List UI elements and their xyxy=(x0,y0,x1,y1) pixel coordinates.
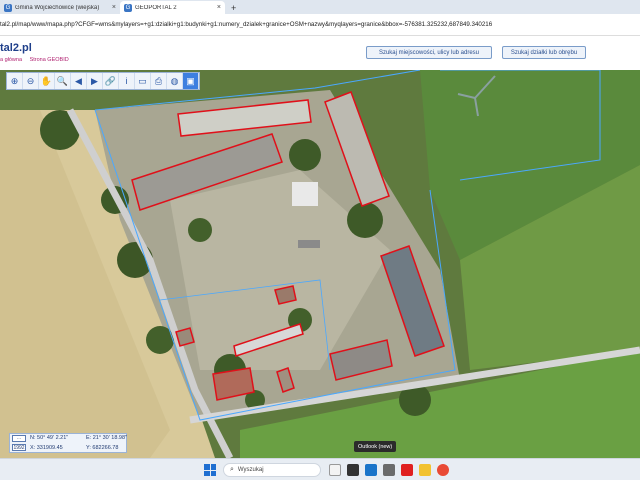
building xyxy=(175,327,195,347)
geobid-link[interactable]: Strona GEOBID xyxy=(30,57,69,63)
pan-hand-icon[interactable]: ✋ xyxy=(39,73,55,89)
coord-system-toggle[interactable]: ⋯ xyxy=(12,435,26,442)
zoom-region-icon[interactable]: 🔍 xyxy=(55,73,71,89)
trailer xyxy=(298,240,320,248)
new-tab-button[interactable]: + xyxy=(225,1,242,14)
tab-gmina[interactable]: G Gmina Wojciechowice (wiejska) × xyxy=(0,1,120,14)
windows-start-icon[interactable] xyxy=(204,464,216,476)
arrow-left-icon[interactable]: ◀ xyxy=(71,73,87,89)
close-tab-icon[interactable]: × xyxy=(217,4,221,11)
acrobat-icon[interactable] xyxy=(401,464,413,476)
coordinates-panel: ⋯ 1992 N: 50° 49' 2.21" E: 21° 30' 18.98… xyxy=(9,433,127,453)
map-toolbar: ⊕ ⊖ ✋ 🔍 ◀ ▶ 🔗 i ▭ ⎙ ◍ ▣ xyxy=(6,72,200,90)
zoom-in-icon[interactable]: ⊕ xyxy=(7,73,23,89)
search-icon: ⌕ xyxy=(230,466,234,473)
geoportal-favicon: G xyxy=(124,3,132,12)
media-icon[interactable] xyxy=(383,464,395,476)
tab-geoportal[interactable]: G GEOPORTAL 2 × xyxy=(120,1,225,14)
zoom-out-icon[interactable]: ⊖ xyxy=(23,73,39,89)
chrome-icon[interactable] xyxy=(437,464,449,476)
browser-tab-strip: G Gmina Wojciechowice (wiejska) × G GEOP… xyxy=(0,0,640,14)
search-place-button[interactable]: Szukaj miejscowości, ulicy lub adresu xyxy=(366,46,492,59)
geoportal-favicon: G xyxy=(4,3,12,12)
header-links: a główna Strona GEOBID xyxy=(0,57,75,63)
link-icon[interactable]: 🔗 xyxy=(103,73,119,89)
home-link[interactable]: a główna xyxy=(0,57,22,63)
url-text[interactable]: tal2.pl/map/www/mapa.php?CFGF=wms&mylaye… xyxy=(0,21,492,28)
outlook-icon[interactable] xyxy=(365,464,377,476)
task-view-icon[interactable] xyxy=(329,464,341,476)
search-parcel-button[interactable]: Szukaj działki lub obrębu xyxy=(502,46,586,59)
orthophoto-map[interactable] xyxy=(0,70,640,458)
tab-label: Gmina Wojciechowice (wiejska) xyxy=(15,4,100,11)
close-tab-icon[interactable]: × xyxy=(112,4,116,11)
file-explorer-icon[interactable] xyxy=(419,464,431,476)
building xyxy=(274,285,297,305)
coord-y: Y: 682266.78 xyxy=(86,445,119,451)
site-logo[interactable]: tal2.pl xyxy=(0,42,32,54)
coord-e: E: 21° 30' 18.98" xyxy=(86,435,127,441)
coord-n: N: 50° 49' 2.21" xyxy=(30,435,69,441)
globe-icon[interactable]: ◍ xyxy=(167,73,183,89)
tree xyxy=(347,202,383,238)
terminal-icon[interactable] xyxy=(347,464,359,476)
camera-icon[interactable]: ▣ xyxy=(183,73,199,89)
parked-trucks xyxy=(292,182,318,206)
site-header: tal2.pl a główna Strona GEOBID Szukaj mi… xyxy=(0,36,640,70)
map-view[interactable]: ⊕ ⊖ ✋ 🔍 ◀ ▶ 🔗 i ▭ ⎙ ◍ ▣ xyxy=(0,70,640,458)
taskbar-search-input[interactable]: ⌕ Wyszukaj xyxy=(223,463,321,477)
taskbar-tooltip: Outlook (new) xyxy=(354,441,397,452)
info-icon[interactable]: i xyxy=(119,73,135,89)
windows-taskbar: ⌕ Wyszukaj xyxy=(0,458,640,480)
print-icon[interactable]: ⎙ xyxy=(151,73,167,89)
arrow-right-icon[interactable]: ▶ xyxy=(87,73,103,89)
tree xyxy=(188,218,212,242)
measure-icon[interactable]: ▭ xyxy=(135,73,151,89)
tab-label: GEOPORTAL 2 xyxy=(135,4,177,11)
coord-system-label[interactable]: 1992 xyxy=(12,444,26,451)
tree xyxy=(289,139,321,171)
coord-x: X: 331909.45 xyxy=(30,445,63,451)
search-placeholder: Wyszukaj xyxy=(237,467,264,473)
address-bar[interactable]: tal2.pl/map/www/mapa.php?CFGF=wms&mylaye… xyxy=(0,14,640,36)
